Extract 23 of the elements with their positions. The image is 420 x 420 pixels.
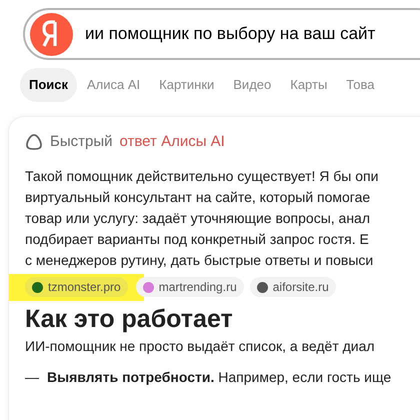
- source-chip[interactable]: martrending.ru: [136, 277, 244, 297]
- tab[interactable]: Карты: [281, 68, 336, 102]
- tab[interactable]: Поиск: [20, 68, 78, 102]
- answer-text-line: товар или услугу: задаёт уточняющие вопросы, анал: [25, 208, 370, 228]
- alice-icon: [25, 133, 43, 152]
- source-chip[interactable]: tzmonster.pro: [25, 277, 128, 297]
- answer-text-line: Такой помощник действительно существует! Я бы опи: [25, 166, 378, 186]
- answer-title: ответ Алисы AI: [120, 132, 225, 152]
- answer-text-line: подбирает варианты под конкретный запрос гостя. Е: [25, 230, 369, 249]
- answer-text-line: виртуальный консультант на сайте, который помогае: [25, 188, 370, 207]
- logo-icon: [30, 12, 73, 56]
- answer-title: Быстрый: [50, 132, 112, 152]
- search-field[interactable]: ии помощник по выбору на ваш сайт: [23, 8, 420, 60]
- tab[interactable]: Картинки: [150, 68, 224, 102]
- tab[interactable]: Това: [337, 68, 384, 102]
- section-heading: Как это работает: [25, 304, 233, 334]
- paragraph: ИИ-помощник не просто выдаёт список, а ведёт диал: [25, 336, 375, 356]
- tab[interactable]: Алиса AI: [78, 68, 150, 102]
- bullet-text: Выявлять потребности. Например, если гость ище: [47, 368, 392, 387]
- answer-text-line: с менеджеров рутину, дать быстрые ответы и повыси: [25, 250, 374, 270]
- source-chip[interactable]: aiforsite.ru: [250, 277, 336, 297]
- bullet-marker: —: [25, 368, 39, 386]
- tab[interactable]: Видео: [224, 68, 280, 102]
